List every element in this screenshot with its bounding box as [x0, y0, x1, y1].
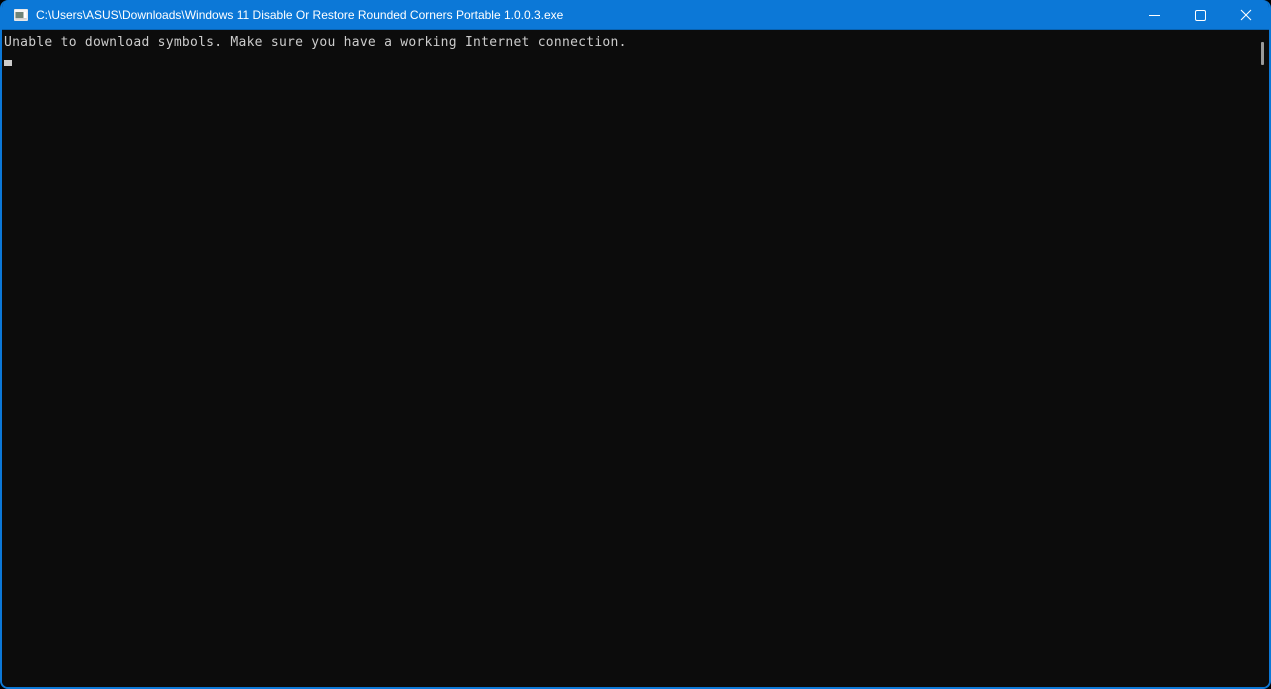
console-window: C:\Users\ASUS\Downloads\Windows 11 Disab…	[0, 0, 1271, 689]
minimize-icon	[1148, 14, 1160, 16]
window-title: C:\Users\ASUS\Downloads\Windows 11 Disab…	[36, 8, 564, 22]
console-app-icon	[13, 7, 29, 23]
text-cursor-block	[4, 60, 12, 66]
maximize-button[interactable]	[1177, 0, 1223, 30]
maximize-icon	[1194, 9, 1206, 21]
console-message: Unable to download symbols. Make sure yo…	[4, 35, 627, 50]
caption-buttons	[1131, 0, 1269, 30]
close-icon	[1240, 9, 1252, 21]
scrollbar-thumb[interactable]	[1261, 42, 1264, 65]
minimize-button[interactable]	[1131, 0, 1177, 30]
console-output[interactable]: Unable to download symbols. Make sure yo…	[2, 30, 1269, 687]
close-button[interactable]	[1223, 0, 1269, 30]
titlebar[interactable]: C:\Users\ASUS\Downloads\Windows 11 Disab…	[2, 0, 1269, 30]
